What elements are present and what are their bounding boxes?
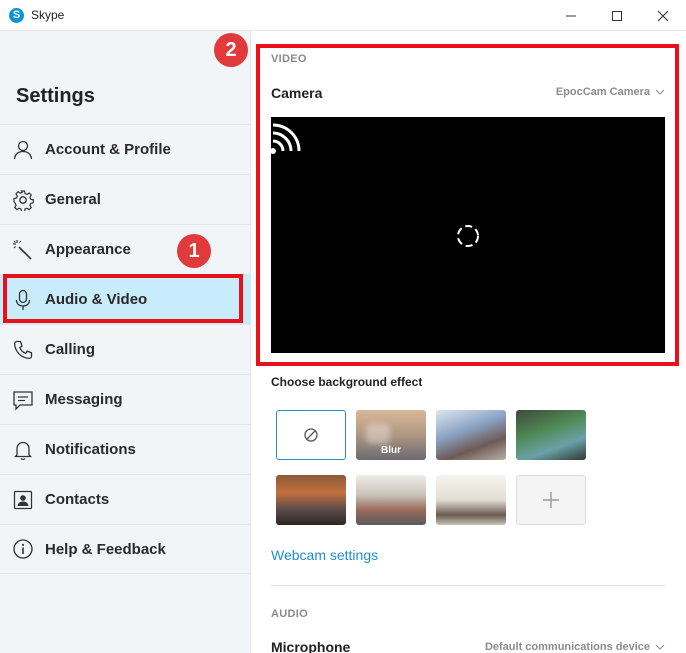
settings-title: Settings — [16, 85, 95, 107]
sidebar-item-audio-video[interactable]: Audio & Video — [0, 274, 251, 324]
sidebar-item-label: Notifications — [45, 441, 136, 458]
close-icon — [657, 10, 669, 21]
effect-blur-option[interactable]: Blur — [356, 410, 426, 460]
microphone-dropdown-value: Default communications device — [484, 641, 650, 653]
sidebar-item-general[interactable]: General — [0, 174, 251, 224]
effect-image-room-2[interactable] — [436, 475, 506, 525]
settings-content: VIDEO Camera EpocCam Camera Choose backg… — [252, 31, 686, 653]
message-icon — [12, 389, 34, 411]
sidebar-item-appearance[interactable]: Appearance — [0, 224, 251, 274]
minimize-icon — [566, 15, 576, 16]
no-effect-icon — [304, 428, 318, 442]
wifi-signal-icon — [270, 123, 301, 154]
info-icon — [12, 538, 34, 560]
sidebar-item-label: Help & Feedback — [45, 540, 166, 558]
sidebar-item-calling[interactable]: Calling — [0, 324, 251, 374]
effect-image-office-1[interactable] — [436, 410, 506, 460]
microphone-dropdown[interactable]: Default communications device — [485, 641, 665, 653]
maximize-button[interactable] — [594, 0, 640, 31]
sidebar-item-notifications[interactable]: Notifications — [0, 424, 251, 474]
magic-wand-icon — [12, 239, 34, 261]
sidebar-item-label: Audio & Video — [45, 291, 148, 308]
camera-preview — [270, 117, 665, 353]
close-button[interactable] — [640, 0, 686, 31]
loading-spinner-icon — [457, 225, 479, 247]
microphone-label: Microphone — [271, 639, 351, 653]
annotation-badge-1: 1 — [177, 234, 211, 268]
bell-icon — [12, 439, 34, 461]
maximize-icon — [612, 10, 622, 21]
sidebar-item-label: General — [45, 191, 101, 208]
camera-dropdown[interactable]: EpocCam Camera — [556, 86, 665, 98]
sidebar-item-messaging[interactable]: Messaging — [0, 374, 251, 424]
sidebar-item-contacts[interactable]: Contacts — [0, 474, 251, 524]
window-title: Skype — [31, 8, 65, 22]
minimize-button[interactable] — [548, 0, 594, 31]
effect-image-office-2[interactable] — [516, 410, 586, 460]
camera-label: Camera — [271, 85, 323, 101]
phone-icon — [12, 339, 34, 361]
sidebar-item-label: Contacts — [45, 491, 110, 508]
sidebar-item-help-feedback[interactable]: Help & Feedback — [0, 524, 251, 574]
sidebar-item-label: Calling — [45, 341, 96, 358]
sidebar-item-account-profile[interactable]: Account & Profile — [0, 124, 251, 174]
sidebar-item-label: Messaging — [45, 391, 123, 408]
effect-image-room-1[interactable] — [356, 475, 426, 525]
chevron-down-icon — [655, 644, 665, 650]
skype-logo-icon: S — [9, 8, 24, 23]
chevron-down-icon — [655, 89, 665, 95]
plus-icon — [543, 492, 559, 508]
contacts-icon — [12, 489, 34, 511]
section-divider — [271, 585, 665, 586]
sidebar-item-label: Appearance — [45, 241, 131, 258]
webcam-settings-link[interactable]: Webcam settings — [271, 547, 378, 563]
annotation-badge-2: 2 — [214, 33, 248, 67]
background-effect-label: Choose background effect — [271, 375, 423, 389]
person-icon — [12, 139, 34, 161]
effect-none-option[interactable] — [276, 410, 346, 460]
settings-sidebar: Settings Account & Profile General Appea… — [0, 31, 251, 653]
blur-label: Blur — [381, 445, 401, 456]
effect-image-fantasy[interactable] — [276, 475, 346, 525]
add-effect-button[interactable] — [516, 475, 586, 525]
camera-dropdown-value: EpocCam Camera — [555, 86, 650, 98]
title-bar: S Skype — [0, 0, 686, 31]
gear-icon — [12, 189, 34, 211]
microphone-icon — [12, 289, 34, 311]
video-section-label: VIDEO — [271, 53, 307, 65]
audio-section-label: AUDIO — [271, 608, 308, 620]
sidebar-item-label: Account & Profile — [45, 141, 171, 158]
